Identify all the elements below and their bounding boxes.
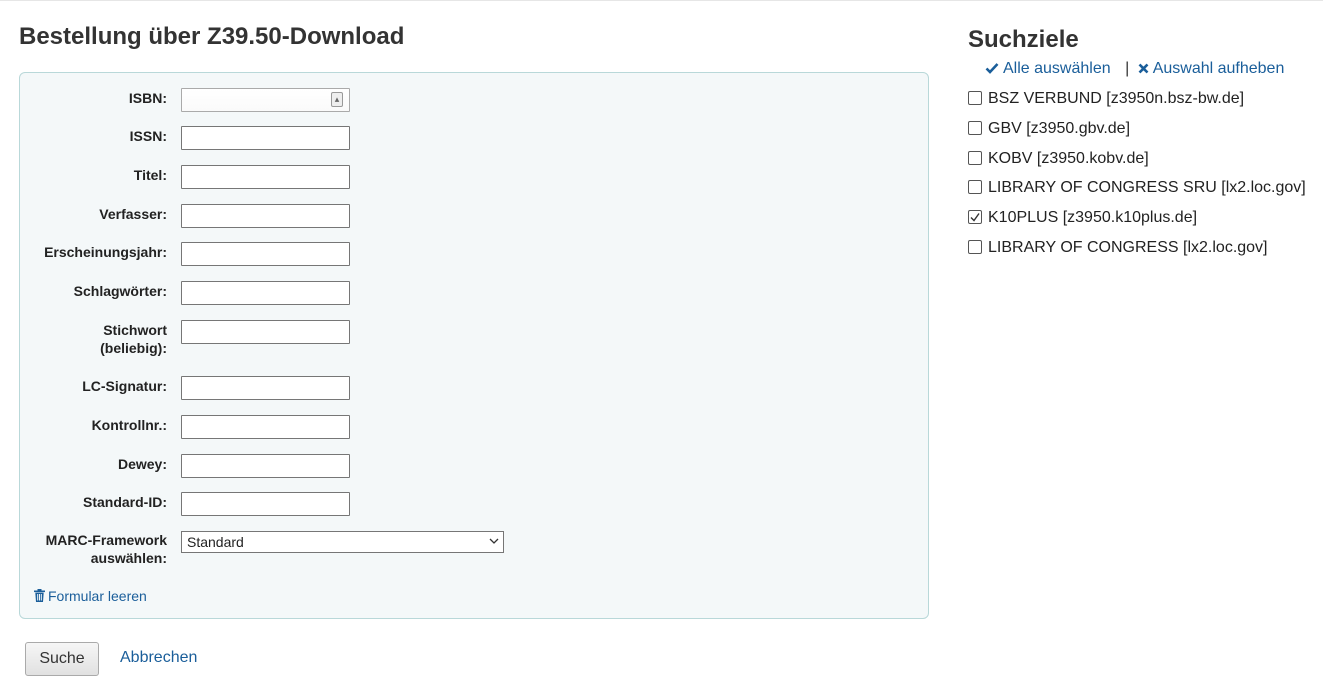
targets-title: Suchziele — [968, 26, 1079, 53]
target-checkbox[interactable] — [968, 240, 982, 254]
clear-form-label: Formular leeren — [48, 588, 147, 604]
select-all-link[interactable]: Alle auswählen — [985, 60, 1115, 77]
target-checkbox-checked[interactable] — [968, 210, 982, 224]
standard-id-label: Standard-ID: — [83, 494, 167, 510]
target-label: K10PLUS [z3950.k10plus.de] — [988, 209, 1198, 226]
isbn-label: ISBN: — [128, 90, 167, 106]
target-label: KOBV [z3950.kobv.de] — [988, 150, 1149, 167]
framework-selected-value: Standard — [187, 534, 244, 550]
author-label: Verfasser: — [99, 206, 167, 222]
select-all-label: Alle auswählen — [1003, 60, 1111, 77]
subject-input[interactable] — [181, 281, 350, 305]
isbn-input[interactable]: ▴ — [181, 88, 350, 112]
target-item[interactable]: BSZ VERBUND [z3950n.bsz-bw.de] — [968, 90, 1244, 108]
page-title: Bestellung über Z39.50-Download — [19, 23, 405, 50]
framework-select[interactable]: Standard — [181, 531, 504, 553]
close-icon — [1138, 63, 1149, 74]
dewey-label: Dewey: — [117, 456, 167, 472]
keyword-input[interactable] — [181, 320, 350, 344]
framework-label-line1: MARC-Framework — [45, 532, 167, 548]
keyword-label: Stichwort (beliebig): — [20, 321, 167, 357]
clear-selection-label: Auswahl aufheben — [1152, 60, 1285, 77]
issn-input[interactable] — [181, 126, 350, 150]
target-checkbox[interactable] — [968, 91, 982, 105]
clear-form-link[interactable]: Formular leeren — [34, 588, 147, 604]
checkmark-icon — [970, 213, 980, 222]
search-form-panel: ISBN: ▴ ISSN: Titel: Verfasser: Erschein… — [19, 72, 929, 619]
target-item[interactable]: KOBV [z3950.kobv.de] — [968, 150, 1149, 168]
lccn-input[interactable] — [181, 376, 350, 400]
search-button[interactable]: Suche — [25, 642, 99, 676]
target-label: LIBRARY OF CONGRESS [lx2.loc.gov] — [988, 239, 1268, 256]
contact-card-icon[interactable]: ▴ — [331, 92, 343, 107]
year-label: Erscheinungsjahr: — [44, 244, 167, 260]
keyword-label-line2: (beliebig): — [100, 340, 167, 356]
target-label: LIBRARY OF CONGRESS SRU [lx2.loc.gov] — [988, 179, 1306, 196]
target-item[interactable]: GBV [z3950.gbv.de] — [968, 120, 1130, 138]
title-input[interactable] — [181, 165, 350, 189]
target-checkbox[interactable] — [968, 180, 982, 194]
issn-label: ISSN: — [129, 128, 167, 144]
framework-label-line2: auswählen: — [90, 550, 167, 566]
target-selection-links: Alle auswählen | Auswahl aufheben — [985, 60, 1284, 78]
title-label: Titel: — [133, 167, 167, 183]
target-checkbox[interactable] — [968, 151, 982, 165]
clear-selection-link[interactable]: Auswahl aufheben — [1133, 60, 1284, 77]
standard-id-input[interactable] — [181, 492, 350, 516]
target-label: GBV [z3950.gbv.de] — [988, 120, 1131, 137]
subject-label: Schlagwörter: — [73, 283, 167, 299]
link-separator: | — [1125, 60, 1130, 77]
check-icon — [985, 63, 999, 74]
keyword-label-line1: Stichwort — [103, 322, 167, 338]
target-checkbox[interactable] — [968, 121, 982, 135]
chevron-down-icon — [489, 538, 499, 544]
target-item[interactable]: LIBRARY OF CONGRESS SRU [lx2.loc.gov] — [968, 179, 1306, 197]
author-input[interactable] — [181, 204, 350, 228]
framework-label: MARC-Framework auswählen: — [20, 531, 167, 567]
cancel-link[interactable]: Abbrechen — [120, 649, 197, 667]
control-number-label: Kontrollnr.: — [91, 417, 167, 433]
lccn-label: LC-Signatur: — [82, 378, 167, 394]
target-label: BSZ VERBUND [z3950n.bsz-bw.de] — [988, 90, 1245, 107]
dewey-input[interactable] — [181, 454, 350, 478]
trash-icon — [34, 589, 45, 602]
target-item[interactable]: K10PLUS [z3950.k10plus.de] — [968, 209, 1197, 227]
year-input[interactable] — [181, 242, 350, 266]
control-number-input[interactable] — [181, 415, 350, 439]
target-item[interactable]: LIBRARY OF CONGRESS [lx2.loc.gov] — [968, 239, 1268, 257]
